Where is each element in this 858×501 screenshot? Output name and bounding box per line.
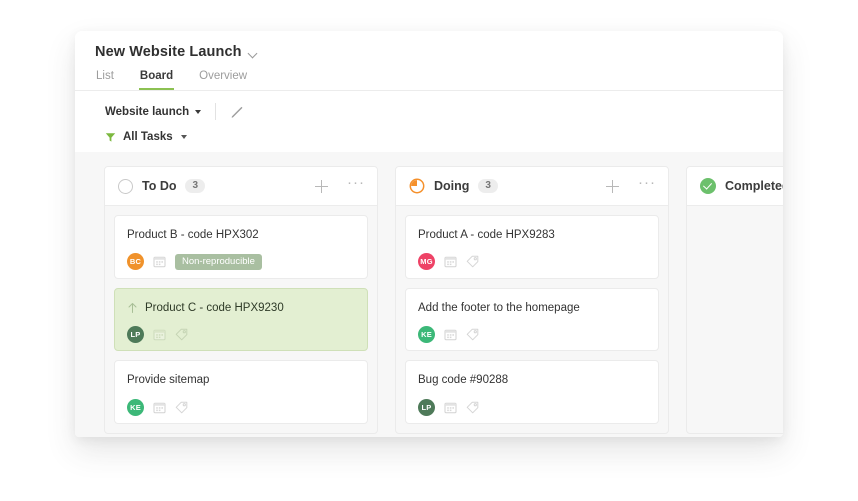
- tag-icon[interactable]: [175, 328, 189, 341]
- card-title-row: Product C - code HPX9230: [127, 301, 355, 315]
- pencil-icon[interactable]: [230, 105, 244, 119]
- avatar[interactable]: LP: [127, 326, 144, 344]
- board-column-doing: Doing 3 ··· Product A - code HPX9283 MG: [395, 166, 669, 434]
- card-meta-row: MG: [418, 253, 646, 271]
- column-header: Completed ···: [687, 167, 783, 206]
- column-menu-button[interactable]: ···: [347, 175, 365, 190]
- avatar[interactable]: KE: [127, 398, 144, 416]
- toolbar: Website launch All Tasks: [75, 91, 783, 152]
- column-title: Doing: [434, 179, 470, 193]
- tab-list[interactable]: List: [95, 70, 115, 90]
- card-meta-row: BC Non-reproducible: [127, 253, 355, 271]
- column-count-badge: 3: [478, 179, 498, 193]
- task-tag-chip[interactable]: Non-reproducible: [175, 253, 262, 271]
- avatar[interactable]: KE: [418, 326, 435, 344]
- add-task-button[interactable]: [606, 179, 619, 193]
- funnel-icon: [105, 132, 116, 143]
- column-title: Completed: [725, 179, 783, 193]
- avatar[interactable]: MG: [418, 253, 435, 271]
- tag-icon[interactable]: [175, 401, 189, 414]
- task-card[interactable]: Bug code #90288 LP: [405, 360, 659, 425]
- card-meta-row: KE: [418, 326, 646, 344]
- task-card[interactable]: Product A - code HPX9283 MG: [405, 215, 659, 279]
- caret-down-icon: [180, 135, 187, 139]
- task-title: Product B - code HPX302: [127, 229, 259, 241]
- board-canvas: To Do 3 ··· Product B - code HPX302 BC N…: [75, 152, 783, 437]
- task-title: Add the footer to the homepage: [418, 301, 580, 314]
- column-card-list: Product A - code HPX9283 MG Add the foot…: [396, 206, 668, 433]
- tag-icon[interactable]: [466, 401, 480, 414]
- task-title: Bug code #90288: [418, 374, 509, 387]
- circle-check-icon: [700, 178, 716, 194]
- card-title-row: Add the footer to the homepage: [418, 301, 646, 315]
- column-title: To Do: [142, 179, 177, 193]
- caret-down-icon: [195, 109, 202, 114]
- arrow-up-icon: [127, 302, 138, 314]
- task-card[interactable]: Add the footer to the homepage KE: [405, 287, 659, 352]
- view-selector-label: Website launch: [105, 105, 190, 118]
- card-meta-row: KE: [127, 398, 355, 416]
- plus-icon: [315, 179, 328, 193]
- card-title-row: Bug code #90288: [418, 373, 646, 387]
- card-meta-row: LP: [418, 398, 646, 416]
- add-task-button[interactable]: [315, 179, 328, 193]
- column-header: To Do 3 ···: [105, 167, 377, 206]
- avatar[interactable]: BC: [127, 253, 144, 271]
- toolbar-divider: [215, 103, 217, 120]
- ellipsis-icon: ···: [347, 173, 365, 191]
- view-selector[interactable]: Website launch: [105, 105, 202, 118]
- board-column-completed: Completed ···: [686, 166, 783, 434]
- ellipsis-icon: ···: [638, 173, 656, 191]
- tab-bar: List Board Overview: [95, 70, 783, 90]
- tag-icon[interactable]: [466, 255, 480, 268]
- project-title-row[interactable]: New Website Launch: [95, 44, 783, 60]
- task-card[interactable]: Provide sitemap KE: [114, 360, 368, 425]
- task-title: Provide sitemap: [127, 374, 210, 387]
- task-card[interactable]: Product C - code HPX9230 LP: [114, 287, 368, 352]
- card-title-row: Product B - code HPX302: [127, 228, 355, 242]
- card-meta-row: LP: [127, 326, 355, 344]
- plus-icon: [606, 179, 619, 193]
- tab-overview[interactable]: Overview: [198, 70, 248, 90]
- calendar-icon[interactable]: [444, 255, 457, 268]
- app-window: New Website Launch List Board Overview W…: [75, 31, 783, 437]
- calendar-icon[interactable]: [153, 328, 166, 341]
- tab-board[interactable]: Board: [138, 70, 175, 90]
- card-title-row: Product A - code HPX9283: [418, 228, 646, 242]
- chevron-down-icon[interactable]: [249, 49, 258, 58]
- column-header: Doing 3 ···: [396, 167, 668, 206]
- toolbar-primary-row: Website launch: [105, 102, 783, 121]
- circle-empty-icon: [118, 178, 133, 194]
- column-count-badge: 3: [185, 179, 206, 193]
- filter-control[interactable]: All Tasks: [105, 131, 783, 143]
- calendar-icon[interactable]: [153, 255, 166, 268]
- circle-progress-icon: [409, 178, 425, 194]
- task-title: Product A - code HPX9283: [418, 229, 555, 241]
- column-card-list: [687, 206, 783, 433]
- task-card[interactable]: Product B - code HPX302 BC Non-reproduci…: [114, 215, 368, 279]
- column-card-list: Product B - code HPX302 BC Non-reproduci…: [105, 206, 377, 433]
- calendar-icon[interactable]: [153, 401, 166, 414]
- board-column-to-do: To Do 3 ··· Product B - code HPX302 BC N…: [104, 166, 378, 434]
- calendar-icon[interactable]: [444, 328, 457, 341]
- filter-label: All Tasks: [123, 131, 173, 143]
- calendar-icon[interactable]: [444, 401, 457, 414]
- page-title: New Website Launch: [95, 44, 242, 60]
- column-menu-button[interactable]: ···: [638, 175, 656, 190]
- tag-icon[interactable]: [466, 328, 480, 341]
- task-title: Product C - code HPX9230: [145, 301, 284, 314]
- window-header: New Website Launch List Board Overview: [75, 31, 783, 91]
- avatar[interactable]: LP: [418, 398, 435, 416]
- card-title-row: Provide sitemap: [127, 373, 355, 387]
